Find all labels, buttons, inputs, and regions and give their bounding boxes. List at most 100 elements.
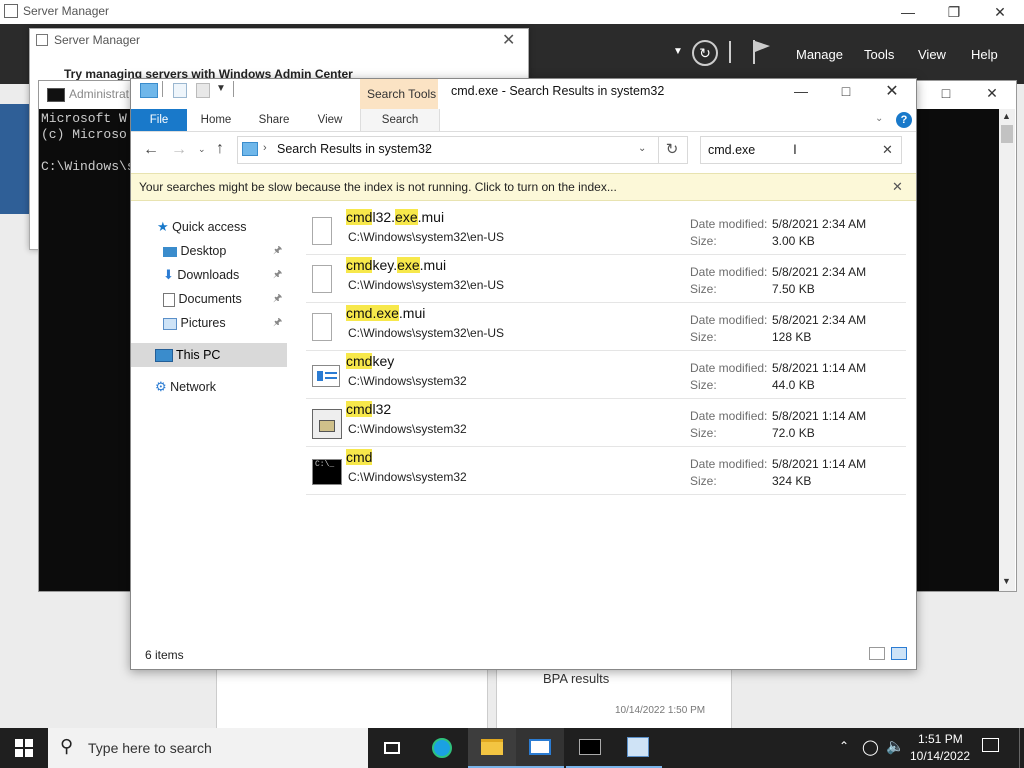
up-arrow-icon[interactable]: ↑ xyxy=(216,140,224,158)
properties-icon[interactable] xyxy=(173,83,187,98)
file-row[interactable]: cmdkey.exe.mui C:\Windows\system32\en-US D… xyxy=(306,255,906,303)
separator xyxy=(162,81,163,97)
file-name[interactable]: cmdl32 xyxy=(346,401,391,417)
search-tools-tab-group: Search Tools xyxy=(360,79,438,109)
folder-icon xyxy=(140,83,158,98)
server-manager-icon xyxy=(529,739,551,755)
scroll-down-icon[interactable]: ▼ xyxy=(1002,576,1011,586)
customize-toolbar-icon[interactable]: ▼ xyxy=(216,83,226,94)
search-match-highlight: cmd xyxy=(346,209,373,225)
maximize-button[interactable]: □ xyxy=(823,79,869,103)
volume-muted-icon[interactable]: 🔈 xyxy=(886,737,905,755)
size-value: 128 KB xyxy=(772,330,812,344)
refresh-icon[interactable]: ↻ xyxy=(692,40,718,66)
search-results-icon xyxy=(242,142,258,156)
scroll-up-icon[interactable]: ▲ xyxy=(1002,111,1011,121)
file-explorer-taskbar-button[interactable] xyxy=(468,728,516,768)
search-input[interactable]: cmd.exe xyxy=(708,143,755,157)
file-path: C:\Windows\system32 xyxy=(348,470,467,484)
breadcrumb-separator-icon[interactable]: › xyxy=(263,142,267,154)
close-button[interactable]: ✕ xyxy=(869,79,915,103)
tab-file[interactable]: File xyxy=(131,109,187,131)
close-button[interactable]: ✕ xyxy=(969,81,1015,105)
network-status-icon[interactable]: ◯ xyxy=(862,738,879,756)
file-row[interactable]: cmd.exe.mui C:\Windows\system32\en-US Date… xyxy=(306,303,906,351)
size-label: Size: xyxy=(690,234,717,248)
scrollbar[interactable]: ▲ ▼ xyxy=(999,109,1015,591)
forward-arrow-icon[interactable]: → xyxy=(171,141,187,159)
large-icons-view-icon[interactable] xyxy=(891,647,907,660)
bpa-results-label[interactable]: BPA results xyxy=(543,671,609,686)
show-desktop-button[interactable] xyxy=(1019,728,1024,768)
breadcrumb-separator-icon[interactable]: › xyxy=(425,142,429,154)
cmd-taskbar-button[interactable] xyxy=(566,728,614,768)
chevron-down-icon[interactable]: ▼ xyxy=(673,46,683,57)
tab-home[interactable]: Home xyxy=(193,109,239,131)
help-menu[interactable]: Help xyxy=(971,47,998,62)
file-name-part: key xyxy=(372,353,395,369)
file-list: cmdl32.exe.mui C:\Windows\system32\en-US D… xyxy=(131,207,916,637)
new-folder-icon[interactable] xyxy=(196,83,210,98)
tab-search[interactable]: Search xyxy=(360,109,440,131)
date-modified-value: 5/8/2021 1:14 AM xyxy=(772,457,867,471)
file-name[interactable]: cmdkey xyxy=(346,353,394,369)
breadcrumb[interactable]: Search Results in system32 xyxy=(277,142,432,156)
file-row[interactable]: cmdl32 C:\Windows\system32 Date modified: 5… xyxy=(306,399,906,447)
server-app-taskbar-button[interactable] xyxy=(614,728,662,768)
search-match-highlight: cmd xyxy=(346,257,373,273)
address-box[interactable]: › Search Results in system32 › ⌄ xyxy=(237,136,659,164)
recent-locations-icon[interactable]: ⌄ xyxy=(198,144,206,155)
file-name-part: .mui xyxy=(419,257,447,273)
back-arrow-icon[interactable]: ← xyxy=(143,141,159,159)
taskbar-search-box[interactable]: ⚲ Type here to search xyxy=(48,728,368,768)
refresh-button[interactable]: ↻ xyxy=(657,136,688,164)
server-manager-icon xyxy=(4,4,18,18)
task-view-button[interactable] xyxy=(368,728,416,768)
close-icon[interactable]: ✕ xyxy=(892,179,903,195)
details-view-icon[interactable] xyxy=(869,647,885,660)
notifications-icon[interactable] xyxy=(982,738,999,752)
server-manager-titlebar: Server Manager — ❐ ✕ xyxy=(0,0,1024,24)
search-icon: ⚲ xyxy=(60,736,74,756)
address-dropdown-icon[interactable]: ⌄ xyxy=(638,143,646,154)
separator xyxy=(233,81,234,97)
file-path: C:\Windows\system32 xyxy=(348,422,467,436)
taskbar-search-placeholder[interactable]: Type here to search xyxy=(88,740,212,756)
date-modified-value: 5/8/2021 1:14 AM xyxy=(772,409,867,423)
maximize-button[interactable]: □ xyxy=(923,81,969,105)
close-button[interactable]: ✕ xyxy=(977,0,1023,24)
file-explorer-window: ▼ Search Tools cmd.exe - Search Results … xyxy=(130,78,917,670)
date-modified-value: 5/8/2021 2:34 AM xyxy=(772,217,867,231)
file-row[interactable]: cmdkey C:\Windows\system32 Date modified: 5… xyxy=(306,351,906,399)
clear-search-icon[interactable]: ✕ xyxy=(882,142,893,158)
file-row[interactable]: C:\_ cmd C:\Windows\system32 Date modified:… xyxy=(306,447,906,495)
chevron-down-icon[interactable]: ⌄ xyxy=(875,113,883,124)
scrollbar-thumb[interactable] xyxy=(1001,125,1013,143)
edge-taskbar-button[interactable] xyxy=(418,728,466,768)
file-row[interactable]: cmdl32.exe.mui C:\Windows\system32\en-US D… xyxy=(306,207,906,255)
maximize-button[interactable]: ❐ xyxy=(931,0,977,24)
file-name[interactable]: cmd.exe.mui xyxy=(346,305,425,321)
search-box[interactable]: cmd.exe I ✕ xyxy=(700,136,902,164)
tab-view[interactable]: View xyxy=(307,109,353,131)
file-name[interactable]: cmdl32.exe.mui xyxy=(346,209,444,225)
file-name[interactable]: cmd xyxy=(346,449,373,465)
tab-share[interactable]: Share xyxy=(251,109,297,131)
clock-date[interactable]: 10/14/2022 xyxy=(910,749,970,763)
minimize-button[interactable]: — xyxy=(778,79,824,103)
show-hidden-icons-icon[interactable]: ⌃ xyxy=(839,739,849,753)
minimize-button[interactable]: — xyxy=(885,0,931,24)
manage-menu[interactable]: Manage xyxy=(796,47,843,62)
file-path: C:\Windows\system32\en-US xyxy=(348,278,505,292)
info-bar-message[interactable]: Your searches might be slow because the … xyxy=(139,180,617,194)
server-manager-taskbar-button[interactable] xyxy=(516,728,564,768)
flag-icon[interactable] xyxy=(751,38,773,66)
tools-menu[interactable]: Tools xyxy=(864,47,894,62)
file-name[interactable]: cmdkey.exe.mui xyxy=(346,257,446,273)
clock-time[interactable]: 1:51 PM xyxy=(918,732,963,746)
close-icon[interactable]: ✕ xyxy=(502,30,515,50)
info-bar[interactable]: Your searches might be slow because the … xyxy=(131,173,916,201)
start-button[interactable] xyxy=(0,728,48,768)
help-icon[interactable]: ? xyxy=(896,112,912,128)
view-menu[interactable]: View xyxy=(918,47,946,62)
